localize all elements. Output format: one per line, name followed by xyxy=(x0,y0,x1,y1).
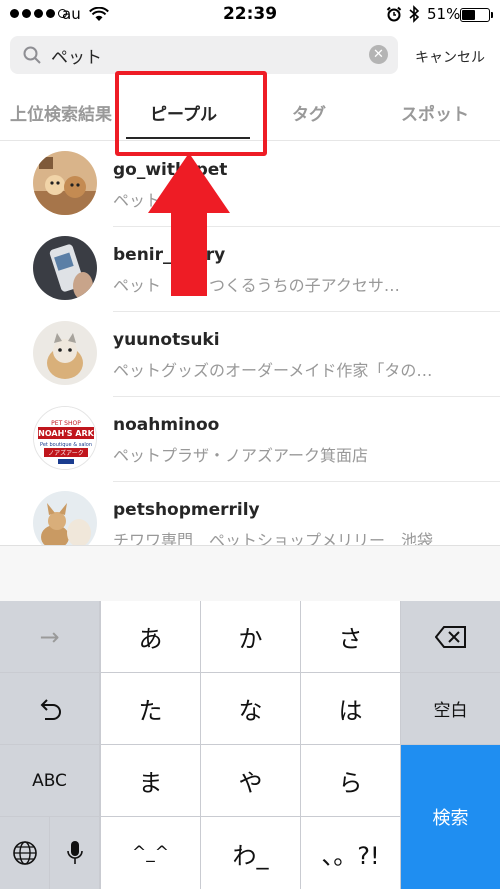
search-icon xyxy=(23,46,41,68)
keyboard: → あ か さ た な は 空白 ABC ま や ら 検索 ^_^ わ_ 、。?… xyxy=(0,601,500,889)
tab-tags[interactable]: タグ xyxy=(292,100,326,125)
result-username: petshopmerrily xyxy=(113,500,260,520)
key-kaomoji[interactable]: ^_^ xyxy=(101,817,200,889)
highlight-box xyxy=(115,71,267,156)
alarm-icon xyxy=(386,6,402,26)
clear-search-icon[interactable]: ✕ xyxy=(369,45,388,64)
tab-top[interactable]: 上位検索結果 xyxy=(10,100,112,125)
key-ha[interactable]: は xyxy=(301,673,400,744)
list-item[interactable]: benir_livery ペット からつくるうちの子アクセサ… xyxy=(0,227,500,312)
microphone-icon[interactable] xyxy=(50,817,99,889)
key-sa[interactable]: さ xyxy=(301,601,400,672)
result-username: noahminoo xyxy=(113,415,220,435)
svg-text:ノアズアーク: ノアズアーク xyxy=(48,449,84,457)
cancel-button[interactable]: キャンセル xyxy=(415,47,485,67)
search-query[interactable]: ペット xyxy=(51,43,102,68)
avatar xyxy=(33,151,97,215)
keyboard-candidate-bar xyxy=(0,545,500,601)
key-ka[interactable]: か xyxy=(201,601,300,672)
up-arrow-icon xyxy=(148,153,230,300)
avatar xyxy=(33,321,97,385)
svg-text:PET SHOP: PET SHOP xyxy=(51,420,81,427)
delete-icon[interactable] xyxy=(401,601,500,672)
key-ta[interactable]: た xyxy=(101,673,200,744)
result-description: ペットグッズのオーダーメイド作家「タの… xyxy=(113,361,433,380)
battery-tip xyxy=(491,12,493,18)
list-item[interactable]: PET SHOP NOAH'S ARK Pet boutique & salon… xyxy=(0,397,500,482)
globe-icon[interactable] xyxy=(0,817,49,889)
key-ma[interactable]: ま xyxy=(101,745,200,816)
status-bar: au 22:39 51% xyxy=(0,0,500,30)
key-ra[interactable]: ら xyxy=(301,745,400,816)
svg-text:Pet boutique & salon: Pet boutique & salon xyxy=(40,442,92,448)
key-ya[interactable]: や xyxy=(201,745,300,816)
key-punctuation[interactable]: 、。?! xyxy=(301,817,400,889)
search-key[interactable]: 検索 xyxy=(401,745,500,889)
search-input[interactable]: ペット ✕ xyxy=(10,36,398,74)
svg-text:NOAH'S ARK: NOAH'S ARK xyxy=(38,429,95,438)
clock: 22:39 xyxy=(222,4,278,24)
list-item[interactable]: yuunotsuki ペットグッズのオーダーメイド作家「タの… xyxy=(0,312,500,397)
undo-icon[interactable] xyxy=(0,673,99,744)
avatar xyxy=(33,236,97,300)
tab-places[interactable]: スポット xyxy=(401,100,469,125)
battery-icon xyxy=(460,8,490,22)
battery-percent: 51% xyxy=(427,5,461,23)
key-next[interactable]: → xyxy=(0,601,99,672)
key-wa[interactable]: わ_ xyxy=(201,817,300,889)
space-key[interactable]: 空白 xyxy=(401,673,500,744)
bluetooth-icon xyxy=(409,5,420,27)
key-na[interactable]: な xyxy=(201,673,300,744)
result-username: yuunotsuki xyxy=(113,330,220,350)
avatar: PET SHOP NOAH'S ARK Pet boutique & salon… xyxy=(33,406,97,470)
result-description: ペットプラザ・ノアズアーク箕面店 xyxy=(113,446,369,465)
abc-key[interactable]: ABC xyxy=(0,745,99,816)
key-a[interactable]: あ xyxy=(101,601,200,672)
